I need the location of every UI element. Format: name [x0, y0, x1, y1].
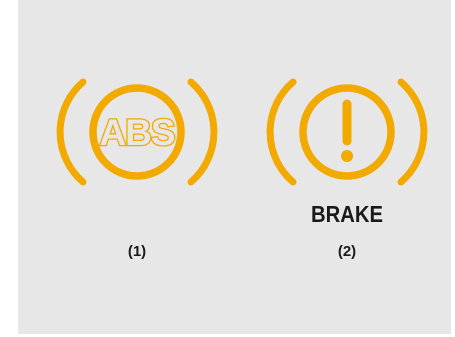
label-2: (2)	[337, 243, 357, 260]
brake-left-arc	[266, 78, 297, 186]
brake-warning-icon	[266, 78, 428, 186]
abs-warning-icon: ABS	[56, 78, 218, 186]
label-1: (1)	[127, 243, 147, 260]
abs-symbol-text: ABS	[99, 112, 174, 153]
brake-caption: BRAKE	[311, 201, 383, 227]
brake-right-arc	[397, 78, 428, 186]
abs-left-arc	[56, 78, 87, 186]
abs-right-arc	[187, 78, 218, 186]
exclamation-dot	[341, 150, 353, 162]
